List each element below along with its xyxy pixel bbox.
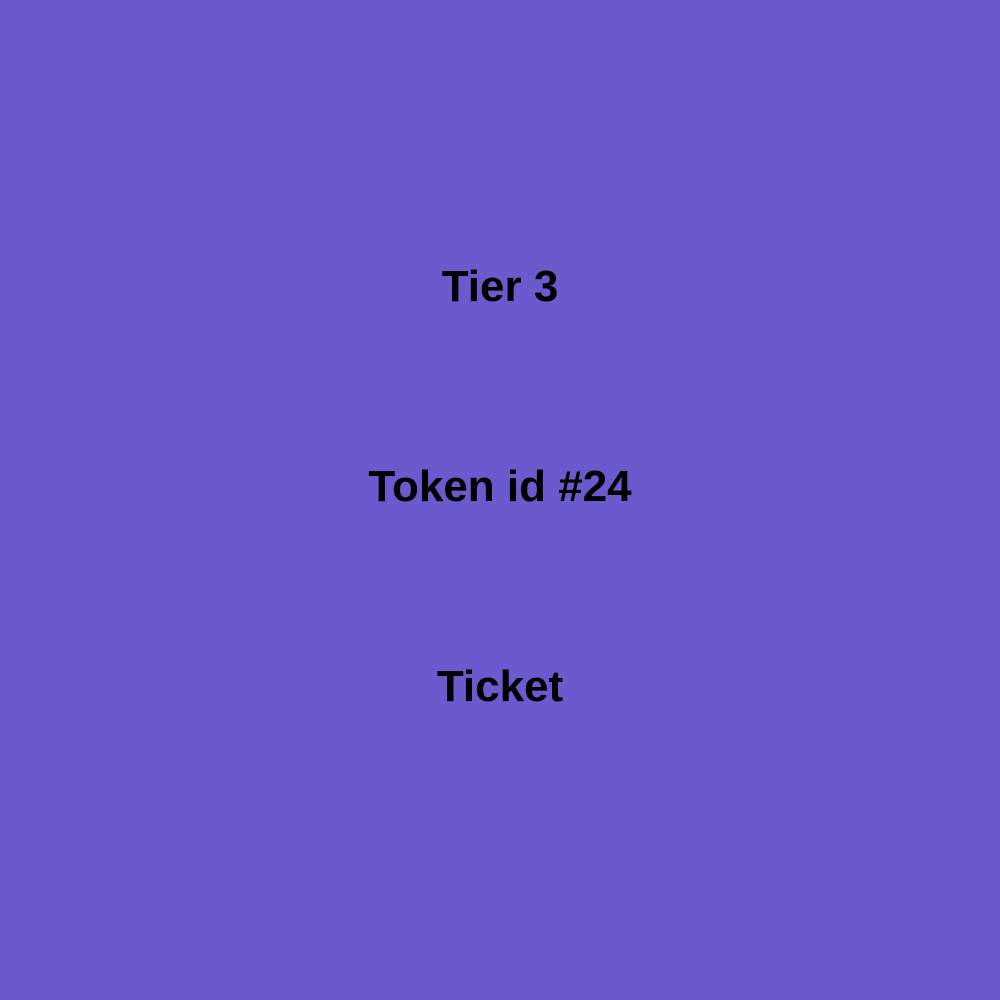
ticket-card: Tier 3 Token id #24 Ticket	[0, 0, 1000, 1000]
tier-label: Tier 3	[441, 262, 559, 311]
ticket-label: Ticket	[436, 662, 564, 711]
token-id-label: Token id #24	[368, 462, 632, 511]
